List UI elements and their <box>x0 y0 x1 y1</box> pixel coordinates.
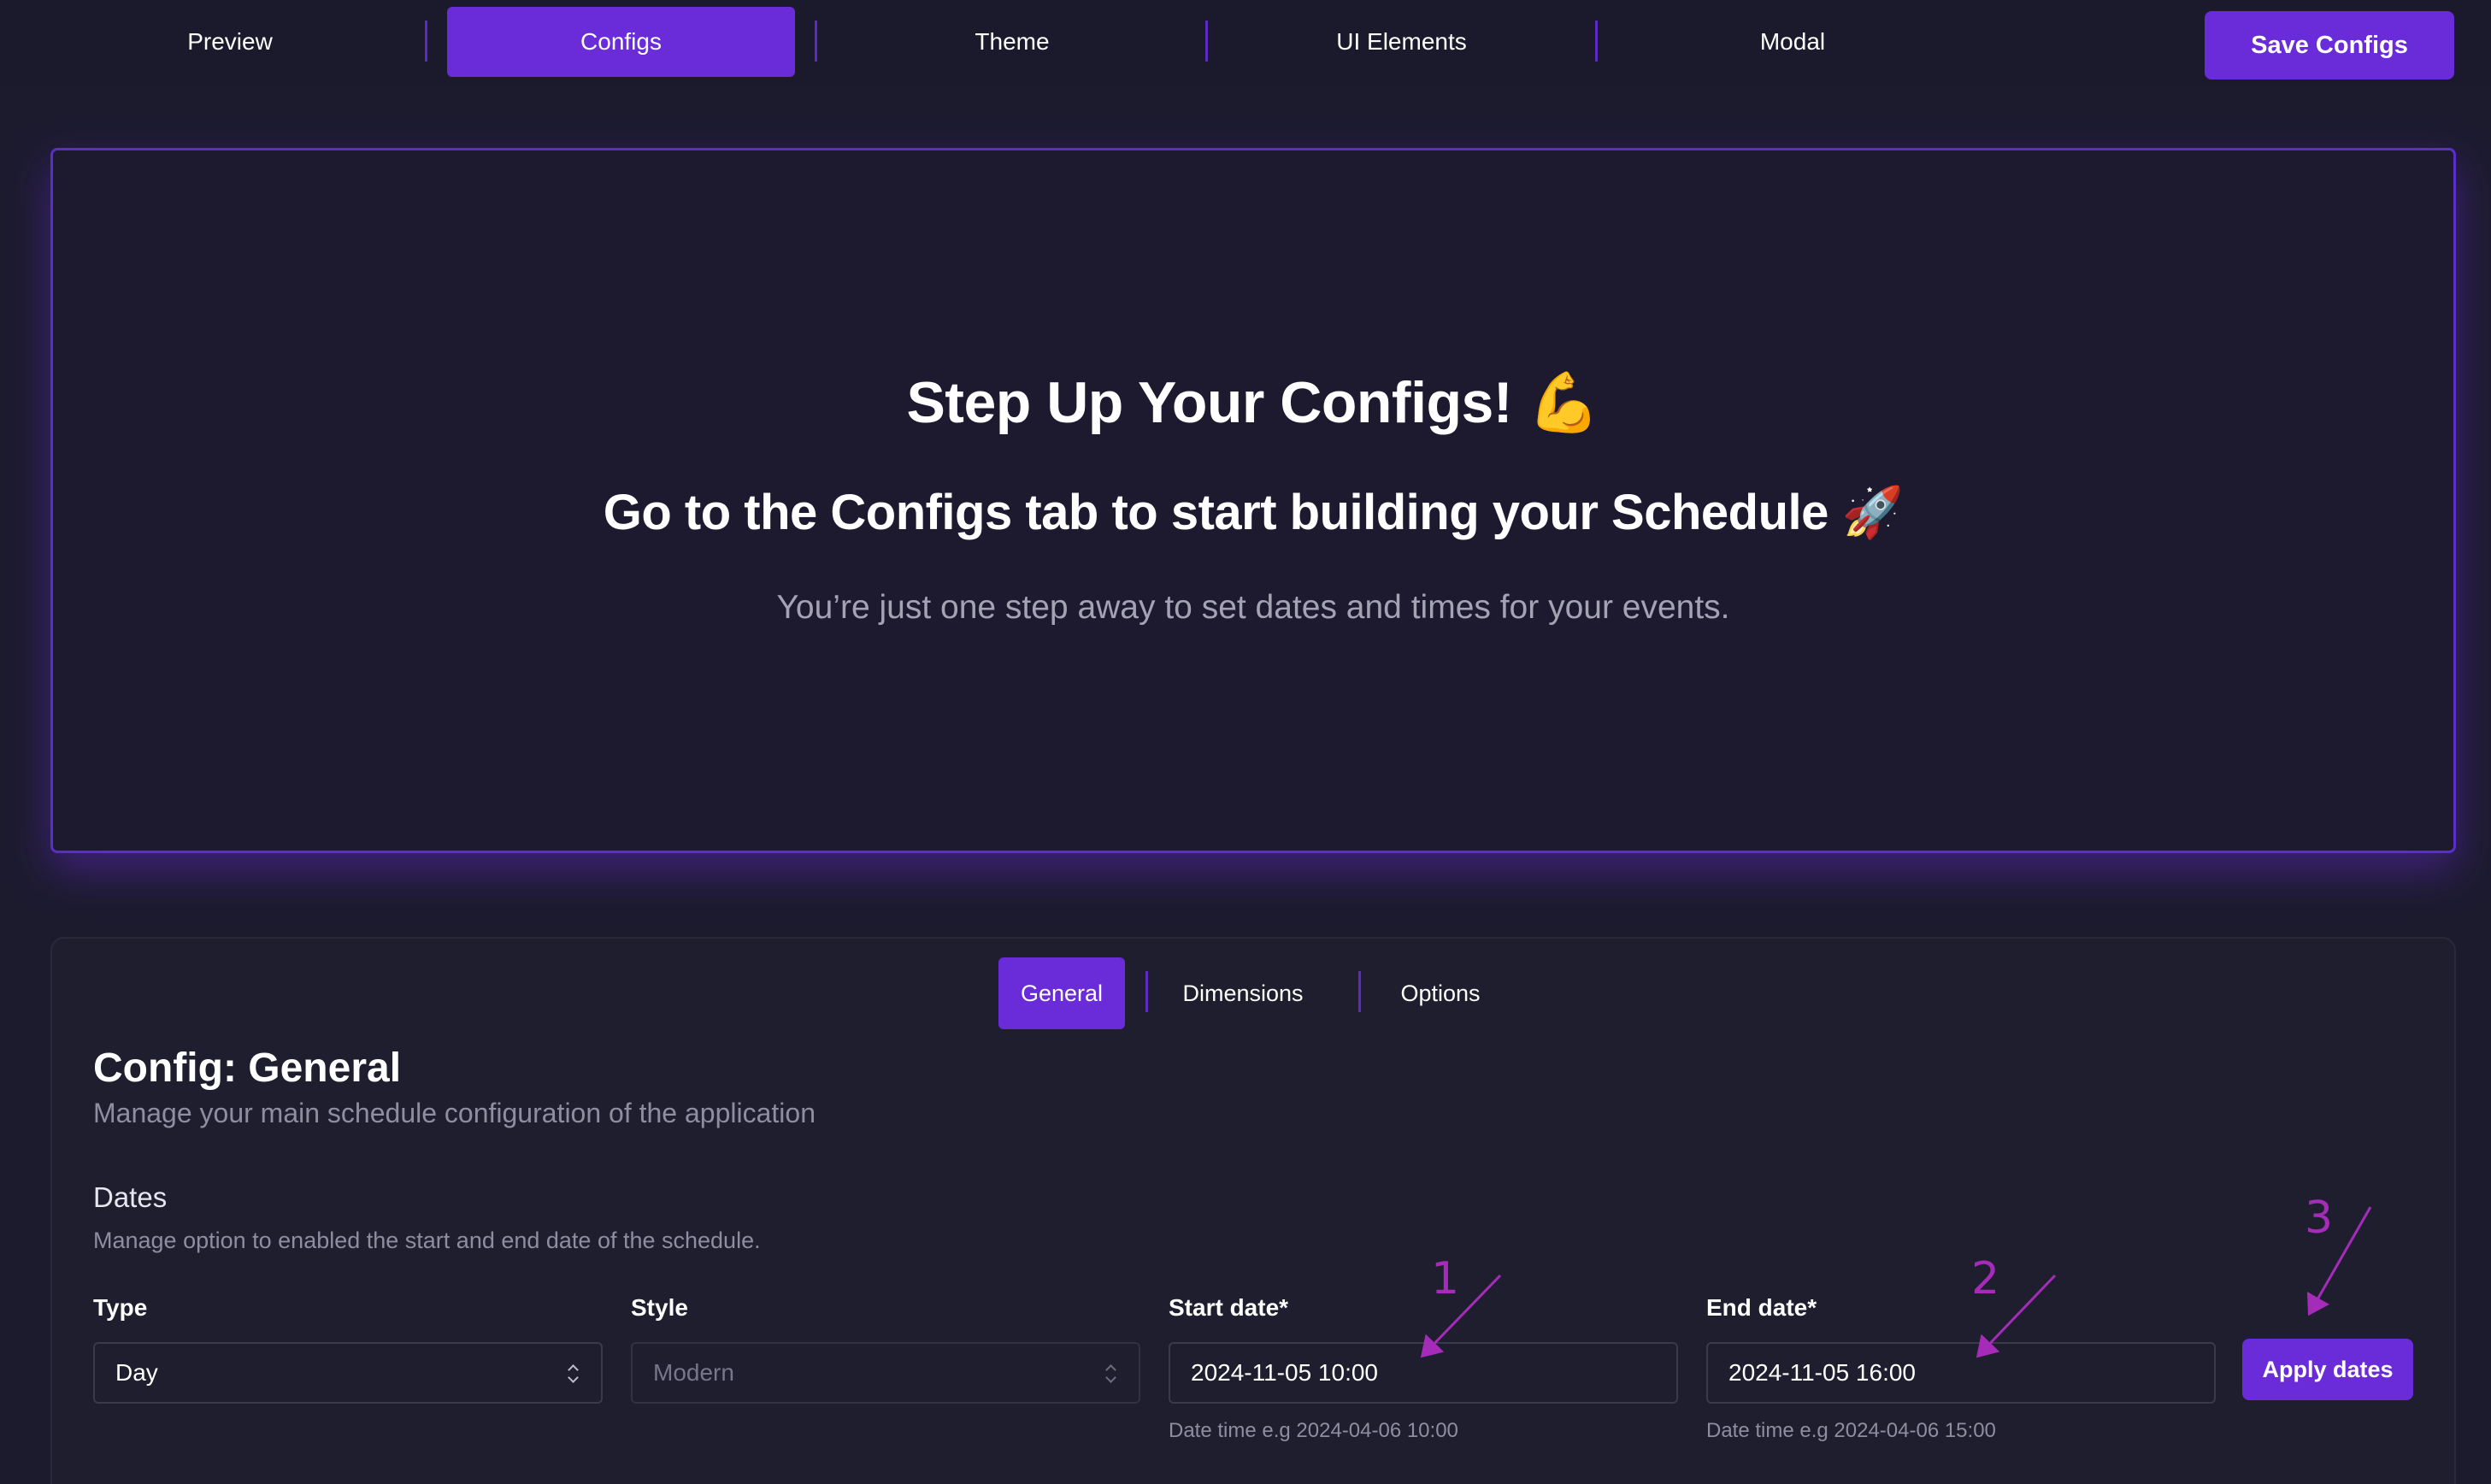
chevron-up-down-icon <box>1104 1363 1116 1385</box>
end-date-value: 2024-11-05 16:00 <box>1728 1359 1916 1386</box>
save-configs-button[interactable]: Save Configs <box>2205 11 2454 80</box>
subtab-separator <box>1145 971 1148 1012</box>
chevron-up-down-icon <box>567 1363 579 1385</box>
style-select[interactable]: Modern <box>631 1342 1140 1404</box>
config-panel: General Dimensions Options Config: Gener… <box>50 937 2456 1484</box>
subtab-general[interactable]: General <box>998 957 1125 1029</box>
style-select-value: Modern <box>653 1359 734 1386</box>
tab-preview[interactable]: Preview <box>34 7 426 77</box>
dates-section-description: Manage option to enabled the start and e… <box>93 1228 761 1253</box>
end-date-hint: Date time e.g 2024-04-06 15:00 <box>1706 1419 1996 1442</box>
style-label: Style <box>631 1294 688 1321</box>
annotation-number-3: 3 <box>2305 1192 2334 1244</box>
type-select[interactable]: Day <box>93 1342 603 1404</box>
annotation-number-1: 1 <box>1431 1253 1460 1304</box>
tab-separator <box>425 21 427 62</box>
hero-description: You’re just one step away to set dates a… <box>776 589 1730 626</box>
top-navigation: Preview Configs Theme UI Elements Modal … <box>0 0 2491 85</box>
hero-subtitle: Go to the Configs tab to start building … <box>603 485 1904 540</box>
subtab-dimensions[interactable]: Dimensions <box>1162 957 1324 1029</box>
config-title: Config: General <box>93 1045 402 1091</box>
subtab-options[interactable]: Options <box>1381 957 1500 1029</box>
end-date-input[interactable]: 2024-11-05 16:00 <box>1706 1342 2216 1404</box>
hero-title: Step Up Your Configs! 💪 <box>906 370 1600 435</box>
type-label: Type <box>93 1294 148 1321</box>
config-description: Manage your main schedule configuration … <box>93 1098 816 1128</box>
end-date-label: End date* <box>1706 1294 1817 1321</box>
dates-section-title: Dates <box>93 1181 168 1213</box>
tab-ui-elements[interactable]: UI Elements <box>1208 7 1595 77</box>
tab-modal[interactable]: Modal <box>1598 7 1988 77</box>
type-select-value: Day <box>115 1359 158 1386</box>
start-date-input[interactable]: 2024-11-05 10:00 <box>1169 1342 1678 1404</box>
hero-card: Step Up Your Configs! 💪 Go to the Config… <box>50 148 2456 853</box>
apply-dates-button[interactable]: Apply dates <box>2242 1339 2413 1400</box>
tab-theme[interactable]: Theme <box>816 7 1208 77</box>
start-date-value: 2024-11-05 10:00 <box>1191 1359 1378 1386</box>
annotation-number-2: 2 <box>1971 1253 2000 1304</box>
start-date-label: Start date* <box>1169 1294 1289 1321</box>
start-date-hint: Date time e.g 2024-04-06 10:00 <box>1169 1419 1458 1442</box>
tab-configs[interactable]: Configs <box>447 7 795 77</box>
subtab-separator <box>1358 971 1361 1012</box>
